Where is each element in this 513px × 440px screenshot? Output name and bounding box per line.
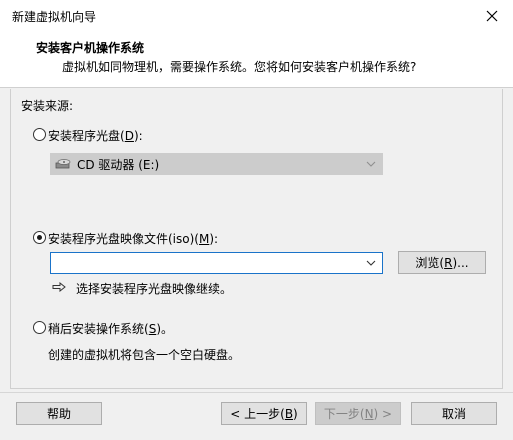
footer-divider — [0, 392, 513, 393]
next-button[interactable]: 下一步(N) > — [315, 402, 401, 425]
close-icon — [486, 10, 497, 21]
cd-drive-value: CD 驱动器 (E:) — [77, 157, 160, 172]
page-title: 安装客户机操作系统 — [36, 41, 145, 55]
page-subtitle: 虚拟机如同物理机，需要操作系统。您将如何安装客户机操作系统? — [62, 60, 417, 74]
back-button[interactable]: < 上一步(B) — [221, 402, 307, 425]
browse-button[interactable]: 浏览(R)... — [398, 251, 486, 274]
arrow-right-icon — [52, 282, 66, 292]
install-source-label: 安装来源: — [21, 99, 74, 113]
wizard-header: 安装客户机操作系统 虚拟机如同物理机，需要操作系统。您将如何安装客户机操作系统? — [0, 31, 513, 87]
close-button[interactable] — [470, 0, 513, 31]
iso-path-combobox[interactable] — [50, 252, 383, 274]
window-title: 新建虚拟机向导 — [12, 10, 97, 24]
chevron-down-icon[interactable] — [364, 256, 378, 270]
cd-drive-icon — [55, 159, 71, 169]
radio-install-disc-label[interactable]: 安装程序光盘(D): — [48, 127, 143, 144]
radio-install-later-label[interactable]: 稍后安装操作系统(S)。 — [48, 320, 173, 337]
cd-drive-select[interactable]: CD 驱动器 (E:) — [50, 153, 383, 175]
iso-path-input[interactable] — [55, 254, 355, 272]
radio-install-iso[interactable] — [33, 231, 46, 244]
radio-install-later[interactable] — [33, 321, 46, 334]
install-later-description: 创建的虚拟机将包含一个空白硬盘。 — [48, 348, 241, 362]
help-button[interactable]: 帮助 — [16, 402, 102, 425]
cancel-button[interactable]: 取消 — [411, 402, 497, 425]
chevron-down-icon — [366, 161, 376, 167]
radio-install-iso-label[interactable]: 安装程序光盘映像文件(iso)(M): — [48, 230, 218, 247]
radio-install-disc[interactable] — [33, 128, 46, 141]
iso-hint-text: 选择安装程序光盘映像继续。 — [76, 282, 233, 296]
header-divider — [0, 87, 513, 88]
